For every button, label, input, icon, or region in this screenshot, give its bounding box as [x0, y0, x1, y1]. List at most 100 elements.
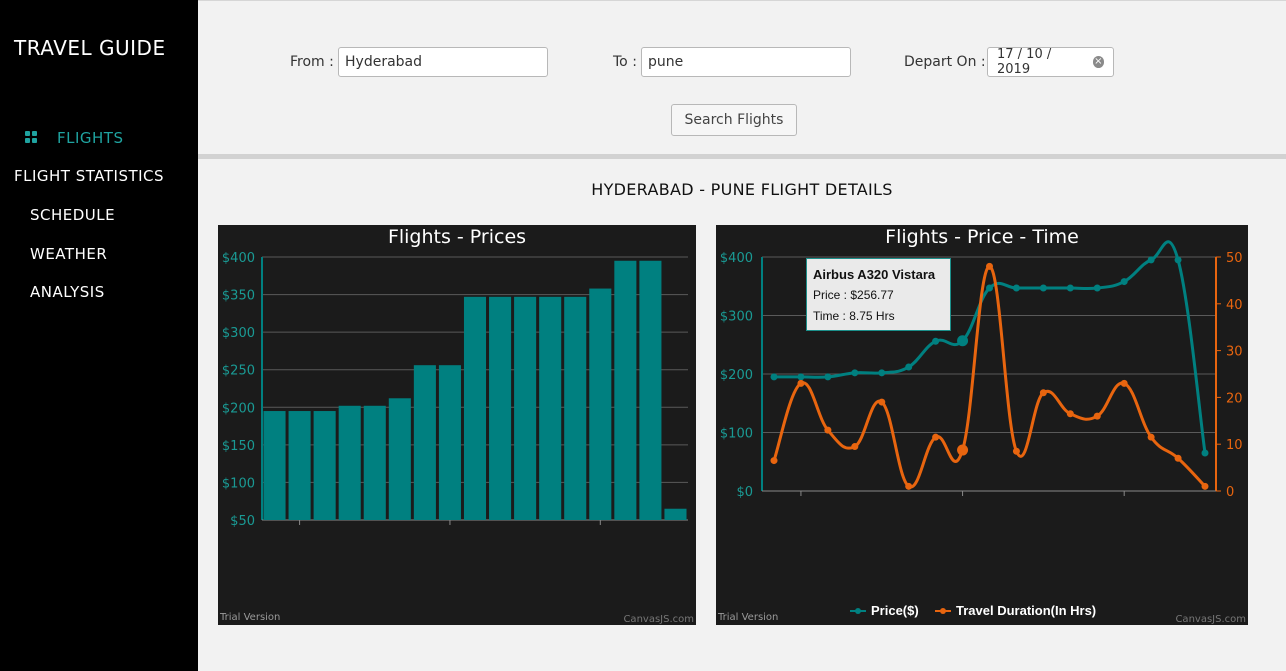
- price-bar: [413, 365, 436, 520]
- price-point: [1147, 256, 1155, 264]
- footer-credit: CanvasJS.com: [623, 614, 694, 625]
- sidebar-item-flights[interactable]: FLIGHTS: [57, 129, 124, 147]
- y-tick-label: $100: [720, 427, 753, 442]
- footer-credit: CanvasJS.com: [1175, 614, 1246, 625]
- depart-date-input[interactable]: 17 / 10 / 2019 ×: [987, 47, 1114, 77]
- y-tick-label: $250: [222, 364, 255, 379]
- clear-date-icon[interactable]: ×: [1092, 56, 1104, 68]
- price-bar: [338, 405, 361, 520]
- y-tick-label: $200: [222, 401, 255, 416]
- flight-details-title: HYDERABAD - PUNE FLIGHT DETAILS: [591, 180, 893, 199]
- price-bar: [564, 296, 587, 520]
- chart-title: Flights - Price - Time: [885, 226, 1079, 248]
- price-bar: [539, 296, 562, 520]
- y-tick-label: $400: [720, 251, 753, 266]
- price-point: [905, 363, 913, 371]
- y-tick-label: $300: [720, 310, 753, 325]
- legend-price[interactable]: Price($): [850, 603, 919, 618]
- duration-point: [1039, 389, 1047, 397]
- price-bar: [463, 296, 487, 520]
- chart-tooltip: Airbus A320 Vistara Price : $256.77 Time…: [806, 258, 951, 331]
- sidebar-item-weather[interactable]: WEATHER: [30, 245, 107, 263]
- footer-trial: Trial Version: [717, 612, 778, 623]
- prices-bar-chart: Flights - Prices $400 $350 $300 $250 $200 $150…: [218, 225, 696, 625]
- price-time-chart-svg: Flights - Price - Time $400 $300 $200 $100 $0…: [717, 226, 1246, 625]
- price-bar: [514, 296, 537, 520]
- price-point: [1012, 284, 1020, 292]
- duration-point: [957, 444, 969, 456]
- y-tick-label: $0: [736, 485, 753, 500]
- price-bar: [363, 405, 386, 520]
- duration-point: [1066, 410, 1074, 418]
- price-point: [986, 284, 993, 292]
- price-bar: [313, 411, 336, 520]
- to-input[interactable]: [641, 47, 851, 77]
- y2-tick-label: 30: [1226, 345, 1243, 360]
- price-bar: [263, 411, 286, 520]
- price-bar: [639, 260, 662, 520]
- tooltip-price: Price : $256.77: [813, 288, 894, 302]
- y-tick-label: $100: [222, 476, 255, 491]
- y2-tick-label: 40: [1226, 298, 1243, 313]
- duration-point: [797, 379, 805, 387]
- price-point: [797, 373, 805, 381]
- duration-point: [1201, 482, 1209, 490]
- prices-chart-svg: Flights - Prices $400 $350 $300 $250 $200 $150…: [219, 226, 694, 625]
- price-bar: [388, 398, 411, 520]
- duration-point: [1120, 379, 1128, 387]
- duration-point: [851, 443, 859, 451]
- section-divider: [198, 154, 1286, 159]
- app-brand: TRAVEL GUIDE: [14, 36, 166, 60]
- sidebar-item-schedule[interactable]: SCHEDULE: [30, 206, 115, 224]
- price-bar: [614, 260, 637, 520]
- price-point: [1066, 284, 1074, 292]
- duration-point: [878, 398, 886, 406]
- price-point: [824, 373, 832, 381]
- legend-duration-marker: [935, 607, 951, 614]
- y-tick-label: $200: [720, 368, 753, 383]
- price-point: [1174, 256, 1182, 264]
- duration-point: [986, 262, 993, 270]
- price-point: [1039, 284, 1047, 292]
- sidebar-item-flight-statistics[interactable]: FLIGHT STATISTICS: [14, 167, 164, 185]
- y-tick-label: $300: [222, 326, 255, 341]
- depart-label: Depart On :: [904, 54, 986, 70]
- y2-tick-label: 50: [1226, 251, 1243, 266]
- duration-point: [1093, 412, 1101, 420]
- price-point: [878, 369, 886, 377]
- duration-point: [770, 457, 778, 465]
- legend-price-label: Price($): [871, 603, 919, 618]
- duration-point: [932, 433, 940, 441]
- price-point: [1093, 284, 1101, 292]
- price-point: [957, 335, 969, 347]
- price-point: [851, 369, 859, 377]
- y-tick-label: $400: [222, 251, 255, 266]
- sidebar: TRAVEL GUIDE FLIGHTS FLIGHT STATISTICS S…: [0, 0, 198, 671]
- top-border: [198, 0, 1286, 1]
- y2-tick-label: 10: [1226, 438, 1243, 453]
- price-point: [1201, 449, 1209, 457]
- price-bar: [589, 288, 612, 520]
- y2-tick-label: 0: [1226, 485, 1234, 500]
- price-bar: [489, 296, 512, 520]
- tooltip-time: Time : 8.75 Hrs: [813, 309, 895, 323]
- legend-price-marker: [850, 607, 866, 614]
- price-point: [1120, 278, 1128, 286]
- price-bar: [288, 411, 311, 520]
- price-point: [770, 373, 778, 381]
- sidebar-item-analysis[interactable]: ANALYSIS: [30, 283, 105, 301]
- grid-icon: [25, 131, 38, 144]
- depart-date-value: 17 / 10 / 2019: [997, 47, 1052, 77]
- duration-point: [1147, 433, 1155, 441]
- search-flights-button[interactable]: Search Flights: [671, 104, 797, 136]
- y-tick-label: $150: [222, 439, 255, 454]
- y-tick-label: $50: [230, 514, 255, 529]
- y-tick-label: $350: [222, 289, 255, 304]
- legend-duration-label: Travel Duration(In Hrs): [956, 603, 1097, 618]
- price-point: [932, 337, 940, 345]
- duration-point: [1012, 447, 1020, 455]
- footer-trial: Trial Version: [219, 612, 280, 623]
- legend-duration[interactable]: Travel Duration(In Hrs): [935, 603, 1096, 618]
- from-input[interactable]: [338, 47, 548, 77]
- price-time-line-chart: Flights - Price - Time $400 $300 $200 $100 $0…: [716, 225, 1248, 625]
